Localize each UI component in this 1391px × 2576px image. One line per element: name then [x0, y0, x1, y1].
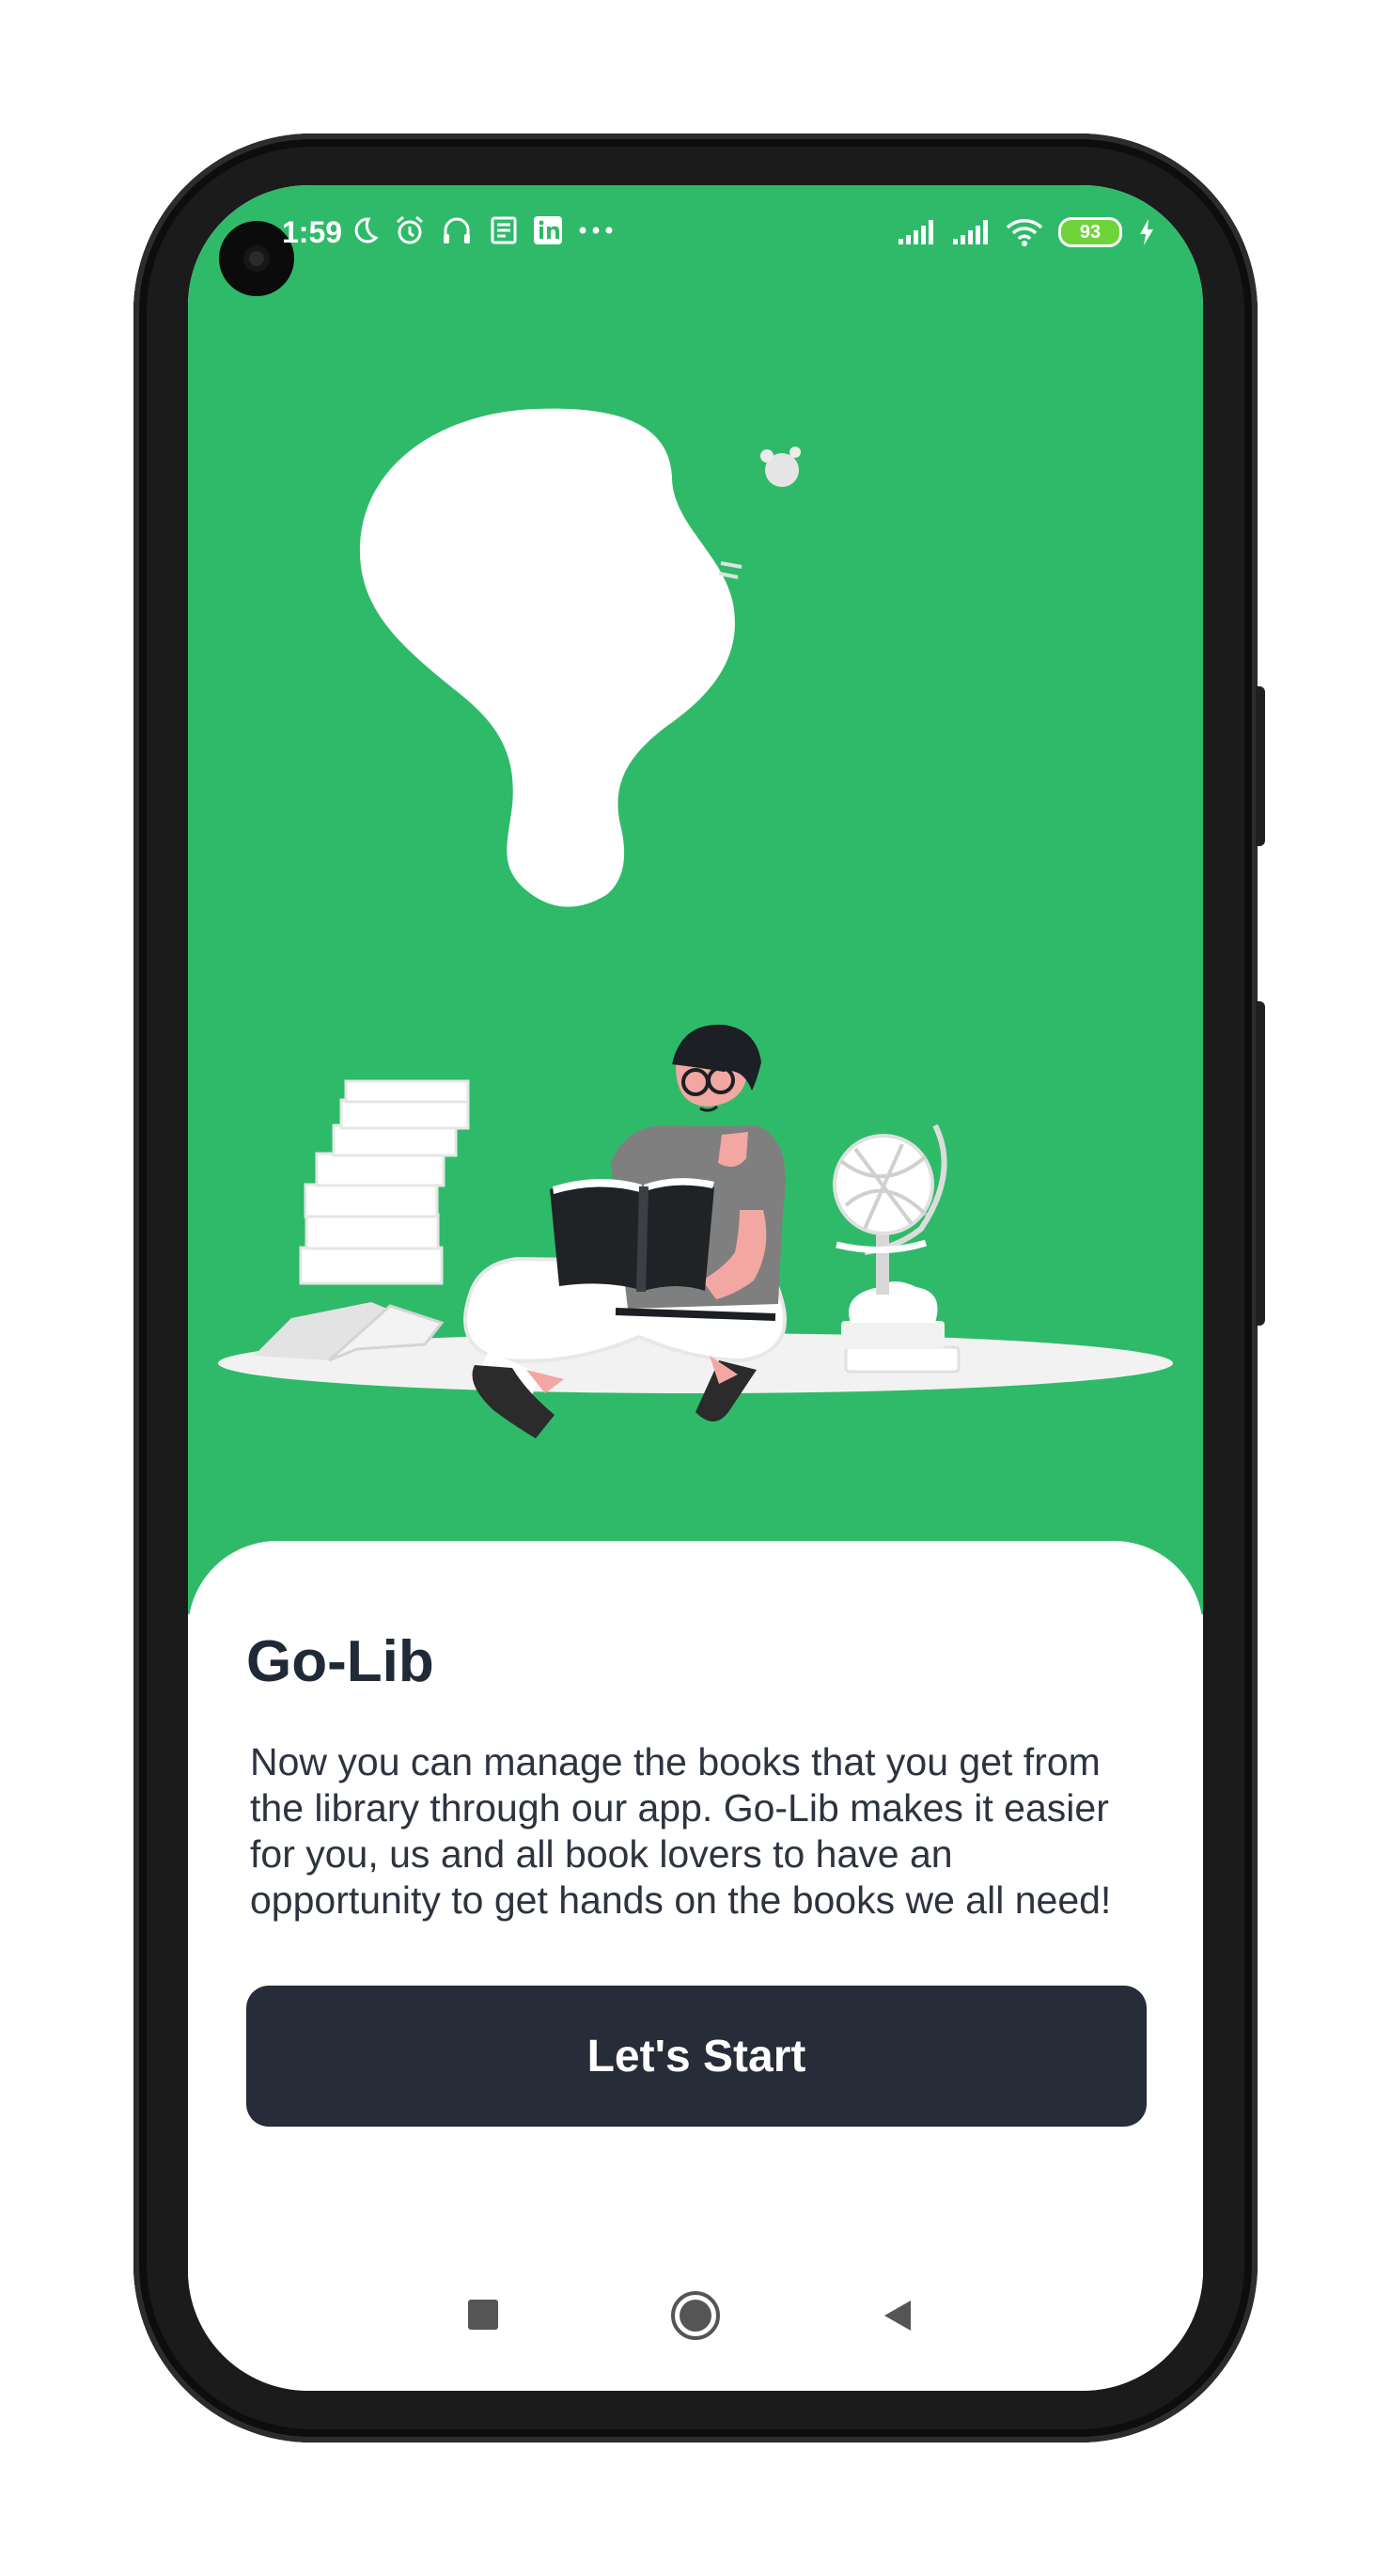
lets-start-button[interactable]: Let's Start — [246, 1986, 1147, 2127]
app-description: Now you can manage the books that you ge… — [250, 1740, 1112, 1922]
battery-icon: 93 — [1058, 217, 1122, 247]
more-icon — [579, 227, 613, 234]
thought-bubble — [359, 408, 735, 907]
book-stack — [299, 1079, 470, 1285]
linkedin-icon — [534, 216, 562, 244]
signal-icon — [953, 220, 988, 244]
charging-icon — [1140, 219, 1153, 245]
news-icon — [491, 216, 517, 244]
home-icon[interactable] — [669, 2289, 722, 2342]
status-time: 1:59 — [282, 215, 343, 249]
app-title: Go-Lib — [246, 1629, 434, 1694]
power-button — [1256, 686, 1265, 846]
wifi-icon — [1006, 219, 1043, 246]
reading-person-illustration — [218, 408, 1173, 1438]
screen: 1:59 93 Go-Lib Now you can manage the bo… — [188, 185, 1203, 2391]
signal-icon — [899, 220, 933, 244]
back-icon[interactable] — [879, 2297, 916, 2334]
alarm-icon — [397, 215, 423, 244]
volume-button — [1256, 1001, 1265, 1326]
globe — [833, 1123, 961, 1374]
recent-apps-icon[interactable] — [465, 2297, 501, 2333]
headphones-icon — [444, 217, 470, 243]
moon-icon — [354, 217, 379, 243]
status-bar: 1:59 93 — [188, 185, 1203, 296]
battery-level: 93 — [1079, 221, 1102, 243]
system-nav-bar — [188, 2282, 1203, 2376]
